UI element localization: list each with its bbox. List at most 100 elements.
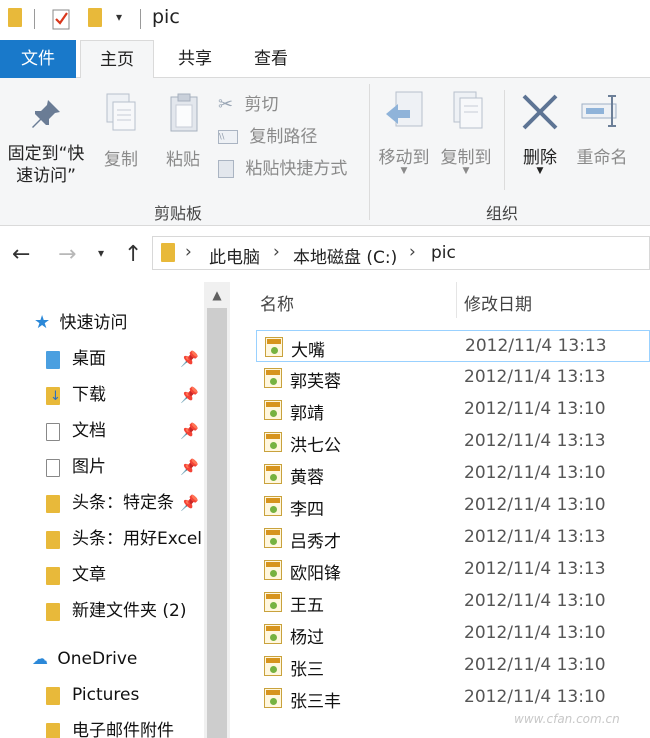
- copy-button[interactable]: 复制: [96, 92, 146, 170]
- nav-item-downloads[interactable]: ↓ 下载 📌: [46, 380, 204, 410]
- file-row[interactable]: 杨过 2012/11/4 13:10: [256, 618, 650, 650]
- pin-icon[interactable]: 📌: [180, 452, 199, 482]
- rename-label: 重命名: [576, 148, 628, 168]
- divider: [504, 90, 505, 190]
- jpg-file-icon: [265, 337, 283, 357]
- ribbon: 固定到“快 速访问” 复制 粘贴 ✂ 剪切 \\ 复制路径 粘贴快捷方式 剪贴板: [0, 78, 650, 226]
- breadcrumb-chevron-icon[interactable]: ›: [409, 242, 416, 262]
- breadcrumb-pic[interactable]: pic: [431, 243, 456, 263]
- star-icon: ★: [34, 312, 51, 333]
- file-row[interactable]: 黄蓉 2012/11/4 13:10: [256, 458, 650, 490]
- tab-view[interactable]: 查看: [236, 40, 306, 78]
- nav-item-toutiao-2[interactable]: 头条：用好Excel: [46, 524, 204, 554]
- file-row[interactable]: 欧阳锋 2012/11/4 13:13: [256, 554, 650, 586]
- paste-button[interactable]: 粘贴: [158, 92, 208, 170]
- new-folder-icon[interactable]: [88, 8, 102, 27]
- title-bar: ▾ pic: [0, 0, 650, 40]
- picture-icon: [46, 459, 60, 477]
- path-icon: \\: [218, 130, 238, 144]
- up-arrow-icon[interactable]: ↑: [124, 242, 142, 267]
- pin-to-quick-access-button[interactable]: 固定到“快 速访问”: [0, 96, 92, 187]
- back-arrow-icon[interactable]: ←: [12, 242, 30, 267]
- file-row[interactable]: 洪七公 2012/11/4 13:13: [256, 426, 650, 458]
- breadcrumb-chevron-icon[interactable]: ›: [185, 242, 192, 262]
- navigation-pane: ★ 快速访问 桌面 📌 ↓ 下载 📌 文档 📌 图片 📌 头条：特定条 📌 头条…: [0, 282, 204, 738]
- properties-icon[interactable]: [52, 8, 72, 30]
- file-row[interactable]: 张三 2012/11/4 13:10: [256, 650, 650, 682]
- divider: [140, 9, 141, 29]
- folder-icon: [46, 567, 60, 585]
- pin-label-line1: 固定到“快: [7, 144, 85, 164]
- nav-item-pictures[interactable]: 图片 📌: [46, 452, 204, 482]
- pin-icon[interactable]: 📌: [180, 488, 199, 518]
- file-row[interactable]: 王五 2012/11/4 13:10: [256, 586, 650, 618]
- jpg-file-icon: [264, 624, 282, 644]
- paste-shortcut-label: 粘贴快捷方式: [245, 159, 348, 179]
- scroll-up-arrow-icon[interactable]: ▲: [204, 282, 230, 308]
- folder-icon: [46, 723, 60, 738]
- column-divider[interactable]: [456, 282, 457, 318]
- nav-item-email-attachments[interactable]: 电子邮件附件: [46, 716, 204, 738]
- file-row[interactable]: 郭靖 2012/11/4 13:10: [256, 394, 650, 426]
- paste-shortcut-icon: [218, 160, 234, 178]
- cloud-icon: ☁: [32, 649, 48, 668]
- copy-to-label: 复制到: [440, 148, 492, 168]
- file-row[interactable]: 吕秀才 2012/11/4 13:13: [256, 522, 650, 554]
- download-arrow-icon: ↓: [50, 389, 61, 404]
- breadcrumb-local-disk[interactable]: 本地磁盘 (C:): [293, 243, 397, 268]
- address-bar[interactable]: › 此电脑 › 本地磁盘 (C:) › pic: [152, 236, 650, 270]
- copy-to-button[interactable]: 复制到 ▼: [436, 90, 496, 176]
- file-row[interactable]: 大嘴 2012/11/4 13:13: [256, 330, 650, 362]
- column-header-date[interactable]: 修改日期: [464, 290, 532, 315]
- nav-item-documents[interactable]: 文档 📌: [46, 416, 204, 446]
- jpg-file-icon: [264, 560, 282, 580]
- organize-group-label: 组织: [486, 204, 519, 223]
- move-to-button[interactable]: 移动到 ▼: [374, 90, 434, 176]
- clipboard-icon: [170, 93, 198, 132]
- jpg-file-icon: [264, 688, 282, 708]
- forward-arrow-icon[interactable]: →: [58, 242, 76, 267]
- file-row[interactable]: 李四 2012/11/4 13:10: [256, 490, 650, 522]
- breadcrumb-chevron-icon[interactable]: ›: [273, 242, 280, 262]
- cut-button[interactable]: ✂ 剪切: [218, 90, 368, 115]
- nav-item-new-folder-2[interactable]: 新建文件夹 (2): [46, 596, 204, 626]
- nav-item-onedrive-pictures[interactable]: Pictures: [46, 680, 204, 710]
- rename-icon: [581, 95, 617, 127]
- file-row[interactable]: 张三丰 2012/11/4 13:10: [256, 682, 650, 714]
- folder-icon: [46, 495, 60, 513]
- tab-file[interactable]: 文件: [0, 40, 76, 78]
- folder-icon: [161, 243, 175, 262]
- ribbon-tabs: 文件 主页 共享 查看: [0, 40, 650, 79]
- copy-path-label: 复制路径: [249, 127, 318, 147]
- nav-item-desktop[interactable]: 桌面 📌: [46, 344, 204, 374]
- nav-scrollbar[interactable]: ▲: [204, 282, 230, 738]
- recent-locations-chevron-icon[interactable]: ▾: [98, 246, 104, 260]
- delete-button[interactable]: 删除 ▼: [512, 90, 568, 176]
- group-divider: [369, 84, 370, 220]
- desktop-icon: [46, 351, 60, 369]
- chevron-down-icon[interactable]: ▼: [512, 166, 568, 176]
- folder-icon: [46, 687, 60, 705]
- nav-onedrive[interactable]: ☁ OneDrive: [32, 644, 137, 674]
- jpg-file-icon: [264, 432, 282, 452]
- paste-label: 粘贴: [166, 150, 200, 170]
- folder-icon: [8, 8, 22, 27]
- pin-icon[interactable]: 📌: [180, 344, 199, 374]
- rename-button[interactable]: 重命名: [570, 90, 634, 168]
- tab-share[interactable]: 共享: [160, 40, 230, 78]
- nav-item-articles[interactable]: 文章: [46, 560, 204, 590]
- breadcrumb-this-pc[interactable]: 此电脑: [209, 243, 260, 268]
- pin-label-line2: 速访问”: [16, 166, 76, 186]
- tab-home[interactable]: 主页: [80, 40, 154, 79]
- column-header-name[interactable]: 名称: [260, 290, 294, 315]
- file-row[interactable]: 郭芙蓉 2012/11/4 13:13: [256, 362, 650, 394]
- pin-icon[interactable]: 📌: [180, 416, 199, 446]
- window-title: pic: [152, 6, 180, 28]
- nav-item-toutiao-1[interactable]: 头条：特定条 📌: [46, 488, 204, 518]
- paste-shortcut-button[interactable]: 粘贴快捷方式: [218, 154, 368, 179]
- nav-quick-access[interactable]: ★ 快速访问: [34, 308, 128, 338]
- customize-toolbar-icon[interactable]: ▾: [116, 10, 122, 24]
- scroll-thumb[interactable]: [207, 308, 227, 738]
- pin-icon[interactable]: 📌: [180, 380, 199, 410]
- copy-path-button[interactable]: \\ 复制路径: [218, 122, 368, 147]
